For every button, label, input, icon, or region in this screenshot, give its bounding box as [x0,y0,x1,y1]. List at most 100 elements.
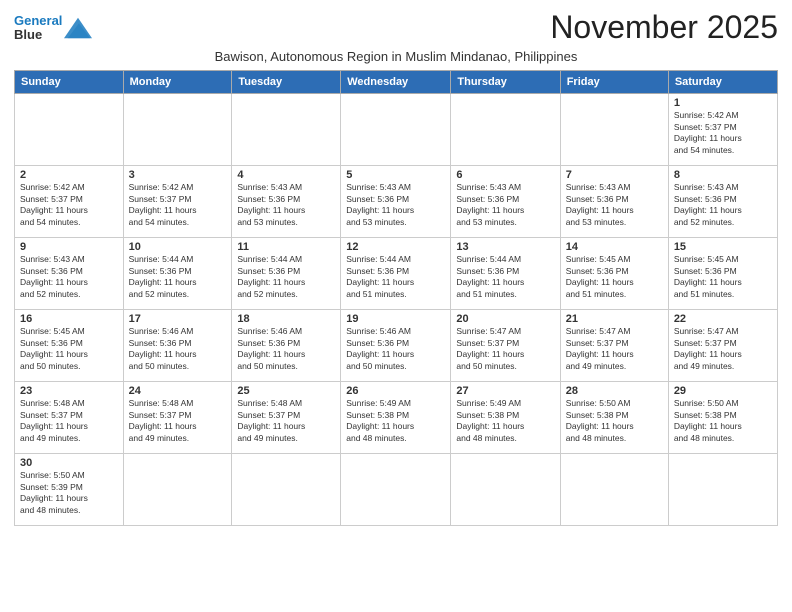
calendar-cell-w3-d4: 12Sunrise: 5:44 AM Sunset: 5:36 PM Dayli… [341,238,451,310]
col-tuesday: Tuesday [232,71,341,94]
month-title: November 2025 [550,10,778,45]
calendar-cell-w5-d7: 29Sunrise: 5:50 AM Sunset: 5:38 PM Dayli… [668,382,777,454]
calendar-cell-w2-d6: 7Sunrise: 5:43 AM Sunset: 5:36 PM Daylig… [560,166,668,238]
calendar-cell-w4-d5: 20Sunrise: 5:47 AM Sunset: 5:37 PM Dayli… [451,310,560,382]
day-info: Sunrise: 5:43 AM Sunset: 5:36 PM Dayligh… [20,254,118,300]
day-info: Sunrise: 5:50 AM Sunset: 5:38 PM Dayligh… [674,398,772,444]
day-number: 5 [346,169,445,181]
calendar-table: Sunday Monday Tuesday Wednesday Thursday… [14,70,778,526]
calendar-cell-w3-d5: 13Sunrise: 5:44 AM Sunset: 5:36 PM Dayli… [451,238,560,310]
day-number: 3 [129,169,227,181]
day-number: 20 [456,313,554,325]
calendar-cell-w6-d6 [560,454,668,526]
day-info: Sunrise: 5:46 AM Sunset: 5:36 PM Dayligh… [346,326,445,372]
calendar-cell-w5-d2: 24Sunrise: 5:48 AM Sunset: 5:37 PM Dayli… [123,382,232,454]
day-number: 28 [566,385,663,397]
calendar-cell-w2-d7: 8Sunrise: 5:43 AM Sunset: 5:36 PM Daylig… [668,166,777,238]
day-number: 7 [566,169,663,181]
day-info: Sunrise: 5:44 AM Sunset: 5:36 PM Dayligh… [237,254,335,300]
col-sunday: Sunday [15,71,124,94]
day-info: Sunrise: 5:47 AM Sunset: 5:37 PM Dayligh… [566,326,663,372]
calendar-cell-w5-d5: 27Sunrise: 5:49 AM Sunset: 5:38 PM Dayli… [451,382,560,454]
day-number: 13 [456,241,554,253]
calendar-cell-w3-d6: 14Sunrise: 5:45 AM Sunset: 5:36 PM Dayli… [560,238,668,310]
day-number: 1 [674,97,772,109]
calendar-cell-w4-d1: 16Sunrise: 5:45 AM Sunset: 5:36 PM Dayli… [15,310,124,382]
calendar-cell-w2-d4: 5Sunrise: 5:43 AM Sunset: 5:36 PM Daylig… [341,166,451,238]
week-row-4: 16Sunrise: 5:45 AM Sunset: 5:36 PM Dayli… [15,310,778,382]
week-row-3: 9Sunrise: 5:43 AM Sunset: 5:36 PM Daylig… [15,238,778,310]
day-number: 9 [20,241,118,253]
week-row-2: 2Sunrise: 5:42 AM Sunset: 5:37 PM Daylig… [15,166,778,238]
day-number: 21 [566,313,663,325]
calendar-cell-w5-d6: 28Sunrise: 5:50 AM Sunset: 5:38 PM Dayli… [560,382,668,454]
calendar-cell-w2-d2: 3Sunrise: 5:42 AM Sunset: 5:37 PM Daylig… [123,166,232,238]
day-number: 14 [566,241,663,253]
day-number: 6 [456,169,554,181]
calendar-cell-w6-d1: 30Sunrise: 5:50 AM Sunset: 5:39 PM Dayli… [15,454,124,526]
calendar-cell-w5-d3: 25Sunrise: 5:48 AM Sunset: 5:37 PM Dayli… [232,382,341,454]
col-friday: Friday [560,71,668,94]
calendar-cell-w1-d5 [451,94,560,166]
calendar-cell-w1-d4 [341,94,451,166]
day-info: Sunrise: 5:43 AM Sunset: 5:36 PM Dayligh… [346,182,445,228]
day-number: 18 [237,313,335,325]
logo-text: GeneralBlue [14,14,62,43]
calendar-cell-w3-d3: 11Sunrise: 5:44 AM Sunset: 5:36 PM Dayli… [232,238,341,310]
calendar-cell-w4-d3: 18Sunrise: 5:46 AM Sunset: 5:36 PM Dayli… [232,310,341,382]
day-number: 30 [20,457,118,469]
calendar-cell-w6-d3 [232,454,341,526]
calendar-cell-w1-d1 [15,94,124,166]
day-info: Sunrise: 5:47 AM Sunset: 5:37 PM Dayligh… [456,326,554,372]
calendar-cell-w6-d5 [451,454,560,526]
calendar-cell-w4-d7: 22Sunrise: 5:47 AM Sunset: 5:37 PM Dayli… [668,310,777,382]
day-info: Sunrise: 5:43 AM Sunset: 5:36 PM Dayligh… [456,182,554,228]
day-number: 2 [20,169,118,181]
day-number: 15 [674,241,772,253]
calendar-cell-w5-d4: 26Sunrise: 5:49 AM Sunset: 5:38 PM Dayli… [341,382,451,454]
day-info: Sunrise: 5:43 AM Sunset: 5:36 PM Dayligh… [237,182,335,228]
day-info: Sunrise: 5:50 AM Sunset: 5:39 PM Dayligh… [20,470,118,516]
day-info: Sunrise: 5:48 AM Sunset: 5:37 PM Dayligh… [237,398,335,444]
day-info: Sunrise: 5:42 AM Sunset: 5:37 PM Dayligh… [20,182,118,228]
day-number: 16 [20,313,118,325]
day-info: Sunrise: 5:45 AM Sunset: 5:36 PM Dayligh… [674,254,772,300]
day-info: Sunrise: 5:42 AM Sunset: 5:37 PM Dayligh… [129,182,227,228]
day-number: 27 [456,385,554,397]
calendar-cell-w6-d4 [341,454,451,526]
col-wednesday: Wednesday [341,71,451,94]
calendar-cell-w1-d2 [123,94,232,166]
calendar-cell-w1-d7: 1Sunrise: 5:42 AM Sunset: 5:37 PM Daylig… [668,94,777,166]
calendar-cell-w4-d2: 17Sunrise: 5:46 AM Sunset: 5:36 PM Dayli… [123,310,232,382]
title-area: November 2025 [550,10,778,45]
calendar-header-row: Sunday Monday Tuesday Wednesday Thursday… [15,71,778,94]
day-number: 12 [346,241,445,253]
day-info: Sunrise: 5:47 AM Sunset: 5:37 PM Dayligh… [674,326,772,372]
day-info: Sunrise: 5:44 AM Sunset: 5:36 PM Dayligh… [346,254,445,300]
calendar-cell-w4-d4: 19Sunrise: 5:46 AM Sunset: 5:36 PM Dayli… [341,310,451,382]
col-monday: Monday [123,71,232,94]
logo-icon [64,17,92,39]
day-info: Sunrise: 5:50 AM Sunset: 5:38 PM Dayligh… [566,398,663,444]
day-info: Sunrise: 5:45 AM Sunset: 5:36 PM Dayligh… [20,326,118,372]
day-number: 19 [346,313,445,325]
day-number: 11 [237,241,335,253]
day-number: 8 [674,169,772,181]
day-info: Sunrise: 5:45 AM Sunset: 5:36 PM Dayligh… [566,254,663,300]
week-row-1: 1Sunrise: 5:42 AM Sunset: 5:37 PM Daylig… [15,94,778,166]
day-info: Sunrise: 5:46 AM Sunset: 5:36 PM Dayligh… [129,326,227,372]
calendar-cell-w3-d2: 10Sunrise: 5:44 AM Sunset: 5:36 PM Dayli… [123,238,232,310]
calendar-cell-w2-d3: 4Sunrise: 5:43 AM Sunset: 5:36 PM Daylig… [232,166,341,238]
calendar-cell-w1-d3 [232,94,341,166]
header: GeneralBlue November 2025 [14,10,778,45]
day-info: Sunrise: 5:44 AM Sunset: 5:36 PM Dayligh… [456,254,554,300]
day-number: 4 [237,169,335,181]
day-number: 25 [237,385,335,397]
subtitle: Bawison, Autonomous Region in Muslim Min… [14,49,778,64]
week-row-6: 30Sunrise: 5:50 AM Sunset: 5:39 PM Dayli… [15,454,778,526]
calendar-cell-w2-d5: 6Sunrise: 5:43 AM Sunset: 5:36 PM Daylig… [451,166,560,238]
day-info: Sunrise: 5:43 AM Sunset: 5:36 PM Dayligh… [566,182,663,228]
week-row-5: 23 Sunrise: 5:48 AM Sunset: 5:37 PM Dayli… [15,382,778,454]
day-number: 23 [20,385,118,397]
logo: GeneralBlue [14,10,92,43]
